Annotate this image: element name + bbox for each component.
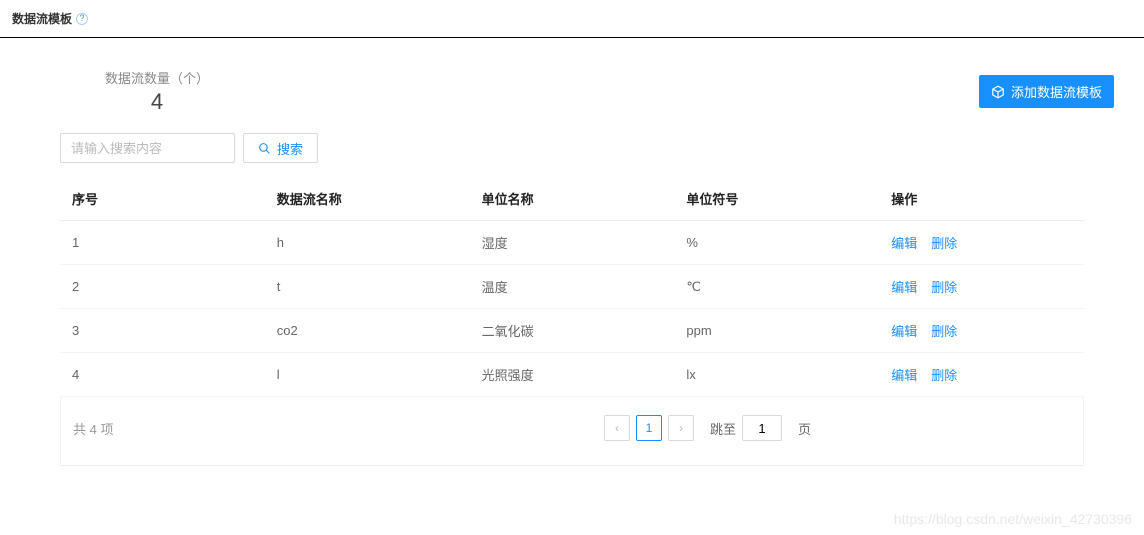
content-area: 数据流数量（个） 4 添加数据流模板 搜索 序号 数据流名称 [0,50,1144,466]
edit-link[interactable]: 编辑 [891,280,917,295]
cell-name: h [265,221,470,265]
cell-unit-symbol: lx [674,353,879,397]
delete-link[interactable]: 删除 [931,368,957,383]
table-row: 3co2二氧化碳ppm编辑删除 [60,309,1084,353]
help-icon[interactable]: ? [76,13,88,25]
th-index: 序号 [60,177,265,221]
delete-link[interactable]: 删除 [931,280,957,295]
pager-page-button[interactable]: 1 [636,415,662,441]
add-template-label: 添加数据流模板 [1011,82,1102,101]
page-header: 数据流模板 ? [0,0,1144,38]
cell-name: l [265,353,470,397]
cell-action: 编辑删除 [879,309,1084,353]
cell-unit-name: 二氧化碳 [470,309,675,353]
cell-unit-name: 湿度 [470,221,675,265]
cell-unit-symbol: % [674,221,879,265]
search-button-label: 搜索 [277,139,303,158]
th-unit-name: 单位名称 [470,177,675,221]
table-row: 1h湿度%编辑删除 [60,221,1084,265]
cell-action: 编辑删除 [879,221,1084,265]
pagination-total: 共 4 项 [73,419,113,438]
edit-link[interactable]: 编辑 [891,236,917,251]
cell-index: 1 [60,221,265,265]
summary-stat: 数据流数量（个） 4 [105,68,209,115]
table-row: 4l光照强度lx编辑删除 [60,353,1084,397]
cell-index: 2 [60,265,265,309]
edit-link[interactable]: 编辑 [891,324,917,339]
cell-action: 编辑删除 [879,353,1084,397]
summary-label: 数据流数量（个） [105,68,209,87]
table-row: 2t温度℃编辑删除 [60,265,1084,309]
jump-input[interactable] [742,415,782,441]
search-icon [258,142,271,155]
chevron-right-icon: › [679,421,683,435]
table-header-row: 序号 数据流名称 单位名称 单位符号 操作 [60,177,1084,221]
cell-name: co2 [265,309,470,353]
summary-row: 数据流数量（个） 4 添加数据流模板 [0,50,1144,133]
page-suffix: 页 [798,419,811,438]
add-template-button[interactable]: 添加数据流模板 [979,75,1114,108]
cell-unit-symbol: ppm [674,309,879,353]
data-table: 序号 数据流名称 单位名称 单位符号 操作 1h湿度%编辑删除2t温度℃编辑删除… [60,177,1084,397]
cell-action: 编辑删除 [879,265,1084,309]
search-button[interactable]: 搜索 [243,133,318,163]
search-row: 搜索 [0,133,1144,177]
search-input[interactable] [60,133,235,163]
delete-link[interactable]: 删除 [931,324,957,339]
th-action: 操作 [879,177,1084,221]
cell-unit-symbol: ℃ [674,265,879,309]
pager-next-button[interactable]: › [668,415,694,441]
pagination-controls: ‹ 1 › 跳至 页 [604,415,811,441]
cell-index: 3 [60,309,265,353]
edit-link[interactable]: 编辑 [891,368,917,383]
page-title: 数据流模板 [12,10,72,27]
jump-label: 跳至 [710,419,736,438]
cell-name: t [265,265,470,309]
chevron-left-icon: ‹ [615,421,619,435]
th-unit-symbol: 单位符号 [674,177,879,221]
pagination: 共 4 项 ‹ 1 › 跳至 页 [60,397,1084,466]
cell-unit-name: 温度 [470,265,675,309]
watermark: https://blog.csdn.net/weixin_42730396 [894,511,1132,527]
th-name: 数据流名称 [265,177,470,221]
pager-page-label: 1 [646,421,653,435]
pager-prev-button[interactable]: ‹ [604,415,630,441]
cell-unit-name: 光照强度 [470,353,675,397]
delete-link[interactable]: 删除 [931,236,957,251]
cube-icon [991,85,1005,99]
summary-value: 4 [105,89,209,115]
cell-index: 4 [60,353,265,397]
